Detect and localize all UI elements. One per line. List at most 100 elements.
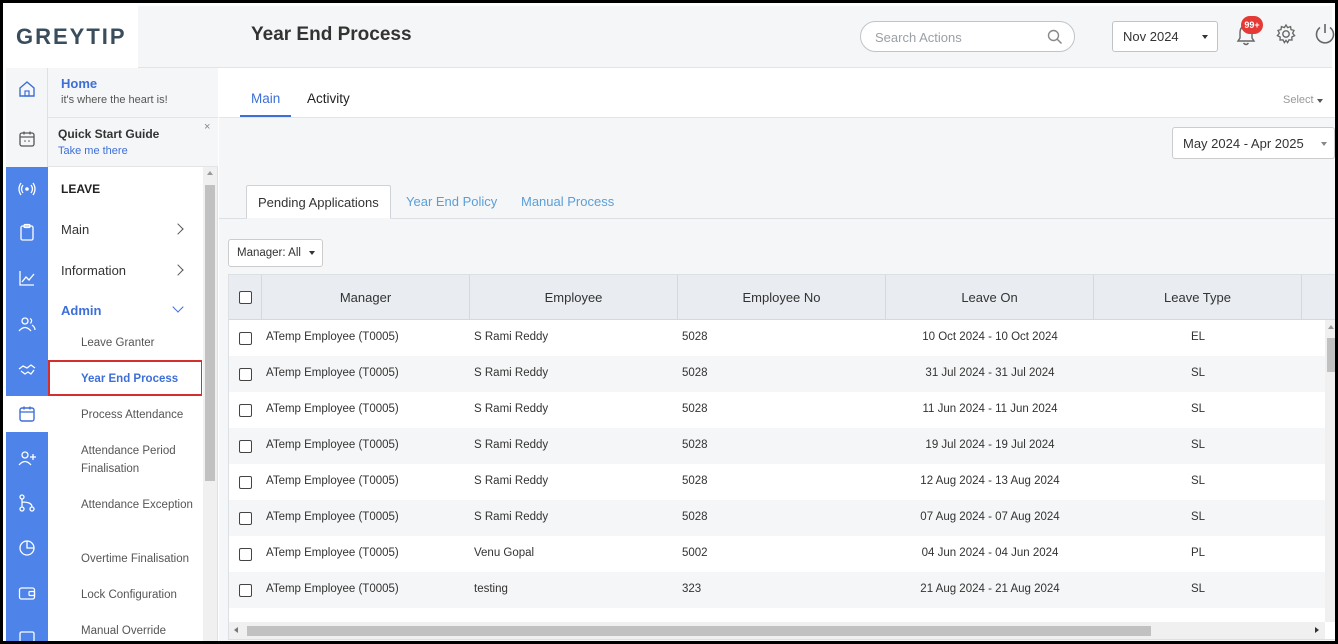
cell-employee-no: 323 <box>682 583 702 595</box>
submenu-overtime-finalisation[interactable]: Overtime Finalisation <box>81 550 201 568</box>
tab-year-end-policy[interactable]: Year End Policy <box>395 185 508 219</box>
table-header: Manager Employee Employee No Leave On Le… <box>229 275 1335 320</box>
scroll-thumb[interactable] <box>1327 338 1335 372</box>
table-row[interactable]: ATemp Employee (T0005) S Rami Reddy 5028… <box>229 428 1325 464</box>
git-branch-icon[interactable] <box>6 485 48 521</box>
cell-manager: ATemp Employee (T0005) <box>266 475 399 487</box>
submenu-leave-granter[interactable]: Leave Granter <box>81 334 201 352</box>
cell-employee-no: 5028 <box>682 403 708 415</box>
menu-home[interactable]: Home it's where the heart is! <box>48 68 218 118</box>
column-header-manager[interactable]: Manager <box>262 275 470 320</box>
financial-year-select[interactable]: May 2024 - Apr 2025 <box>1172 127 1335 159</box>
quick-start-title: Quick Start Guide <box>58 127 160 141</box>
cell-leave-type: SL <box>1190 511 1206 523</box>
search-icon[interactable] <box>1046 28 1064 46</box>
menu-scrollbar[interactable] <box>203 167 217 641</box>
row-checkbox[interactable] <box>239 548 252 561</box>
calendar-icon[interactable] <box>6 396 48 432</box>
row-checkbox[interactable] <box>239 476 252 489</box>
table-row[interactable]: ATemp Employee (T0005) S Rami Reddy 5028… <box>229 464 1325 500</box>
select-dropdown[interactable]: Select <box>1283 94 1323 106</box>
table-row[interactable]: ATemp Employee (T0005) S Rami Reddy 5028… <box>229 392 1325 428</box>
scroll-up-icon[interactable] <box>207 171 213 175</box>
table-row[interactable]: ATemp Employee (T0005) testing 323 21 Au… <box>229 572 1325 608</box>
pie-chart-icon[interactable] <box>6 530 48 566</box>
page-title: Year End Process <box>251 24 412 45</box>
tab-manual-process[interactable]: Manual Process <box>510 185 625 219</box>
cell-manager: ATemp Employee (T0005) <box>266 367 399 379</box>
users-icon[interactable] <box>6 306 48 342</box>
row-checkbox[interactable] <box>239 512 252 525</box>
cell-leave-type: SL <box>1190 475 1206 487</box>
scroll-left-icon[interactable] <box>234 627 238 633</box>
table-row[interactable]: ATemp Employee (T0005) S Rami Reddy 5028… <box>229 320 1325 356</box>
chevron-down-icon <box>172 301 184 313</box>
column-header-leave-type[interactable]: Leave Type <box>1094 275 1302 320</box>
row-checkbox[interactable] <box>239 332 252 345</box>
scroll-right-icon[interactable] <box>1315 627 1319 633</box>
manager-filter[interactable]: Manager: All <box>228 239 323 267</box>
home-icon[interactable] <box>6 71 48 107</box>
tab-activity[interactable]: Activity <box>307 91 350 106</box>
table-vertical-scrollbar[interactable] <box>1325 320 1335 622</box>
cell-employee: S Rami Reddy <box>474 475 549 487</box>
wallet-icon[interactable] <box>6 575 48 611</box>
menu-item-admin[interactable]: Admin <box>61 303 101 318</box>
table-horizontal-scrollbar[interactable] <box>229 622 1325 639</box>
column-header-employee-no[interactable]: Employee No <box>678 275 886 320</box>
notification-badge[interactable]: 99+ <box>1241 16 1263 34</box>
scroll-thumb[interactable] <box>247 626 1151 636</box>
submenu-manual-override[interactable]: Manual Override <box>81 622 201 640</box>
submenu-process-attendance[interactable]: Process Attendance <box>81 406 201 424</box>
chevron-right-icon <box>172 264 184 276</box>
scroll-thumb[interactable] <box>205 185 215 481</box>
select-all-checkbox[interactable] <box>239 291 252 304</box>
row-checkbox[interactable] <box>239 404 252 417</box>
monitor-icon[interactable] <box>6 620 48 641</box>
chart-line-icon[interactable] <box>6 260 48 296</box>
top-header: Year End Process Search Actions Nov 2024… <box>138 6 1335 68</box>
submenu-attendance-exception[interactable]: Attendance Exception <box>81 496 201 514</box>
submenu-lock-configuration[interactable]: Lock Configuration <box>81 586 201 604</box>
menu-body: LEAVE Main Information Admin Leave Grant… <box>48 167 202 641</box>
tab-pending-applications[interactable]: Pending Applications <box>246 185 391 219</box>
close-icon[interactable]: × <box>204 121 210 133</box>
section-title: LEAVE <box>61 182 101 196</box>
row-checkbox[interactable] <box>239 584 252 597</box>
tab-main[interactable]: Main <box>251 91 280 106</box>
menu-item-main[interactable]: Main <box>61 222 89 237</box>
scroll-up-icon[interactable] <box>1328 325 1334 329</box>
menu-item-information[interactable]: Information <box>61 263 126 278</box>
handshake-icon[interactable] <box>6 351 48 387</box>
quick-start-guide[interactable]: Quick Start Guide Take me there × <box>48 118 218 167</box>
chevron-down-icon <box>1316 99 1323 103</box>
home-title[interactable]: Home <box>61 76 97 91</box>
cell-leave-type: SL <box>1190 439 1206 451</box>
home-subtitle: it's where the heart is! <box>61 94 168 106</box>
broadcast-icon[interactable] <box>6 171 48 207</box>
main-content: Main Activity Select May 2024 - Apr 2025… <box>219 68 1335 641</box>
power-icon[interactable] <box>1313 22 1337 46</box>
chevron-down-icon <box>1202 35 1208 39</box>
table-row[interactable]: ATemp Employee (T0005) Venu Gopal 5002 0… <box>229 536 1325 572</box>
submenu-attendance-period-finalisation[interactable]: Attendance Period Finalisation <box>81 442 201 478</box>
submenu-year-end-process[interactable]: Year End Process <box>81 370 201 388</box>
column-header-leave-on[interactable]: Leave On <box>886 275 1094 320</box>
table-row[interactable]: ATemp Employee (T0005) S Rami Reddy 5028… <box>229 500 1325 536</box>
clipboard-icon[interactable] <box>6 214 48 250</box>
gear-icon[interactable] <box>1275 23 1297 45</box>
table-row[interactable]: ATemp Employee (T0005) S Rami Reddy 5028… <box>229 356 1325 392</box>
search-input[interactable]: Search Actions <box>860 21 1075 52</box>
calendar-clock-icon[interactable] <box>6 121 48 157</box>
chevron-right-icon <box>172 223 184 235</box>
row-checkbox[interactable] <box>239 368 252 381</box>
greytip-logo[interactable]: GREYTIP <box>6 6 138 68</box>
column-header-employee[interactable]: Employee <box>470 275 678 320</box>
cell-employee: S Rami Reddy <box>474 403 549 415</box>
user-add-icon[interactable] <box>6 440 48 476</box>
row-checkbox[interactable] <box>239 440 252 453</box>
cell-employee: testing <box>474 583 508 595</box>
quick-start-link[interactable]: Take me there <box>58 145 128 157</box>
month-selector[interactable]: Nov 2024 <box>1112 21 1218 52</box>
select-label: Select <box>1283 94 1314 106</box>
